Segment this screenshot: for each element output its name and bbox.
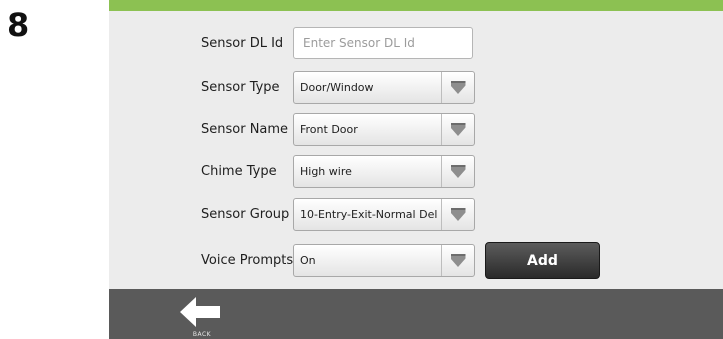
- bottom-nav-bar: BACK: [109, 289, 723, 339]
- voice-prompts-value: On: [300, 254, 316, 267]
- sensor-type-dropdown-button[interactable]: [441, 72, 474, 103]
- sensor-name-dropdown-button[interactable]: [441, 114, 474, 145]
- sensor-type-label: Sensor Type: [201, 80, 280, 95]
- chime-type-dropdown-button[interactable]: [441, 156, 474, 187]
- sensor-name-row: Sensor Name Front Door: [109, 110, 723, 150]
- chime-type-select[interactable]: High wire: [293, 155, 475, 188]
- sensor-type-row: Sensor Type Door/Window: [109, 68, 723, 108]
- step-number: 8: [7, 6, 30, 44]
- add-button[interactable]: Add: [485, 242, 600, 279]
- chevron-down-icon: [450, 81, 466, 94]
- top-accent-bar: [109, 0, 723, 11]
- voice-prompts-dropdown-button[interactable]: [441, 245, 474, 276]
- sensor-group-value: 10-Entry-Exit-Normal Del: [300, 208, 438, 221]
- chime-type-row: Chime Type High wire: [109, 152, 723, 192]
- sensor-type-select[interactable]: Door/Window: [293, 71, 475, 104]
- voice-prompts-label: Voice Prompts: [201, 253, 294, 268]
- sensor-group-row: Sensor Group 10-Entry-Exit-Normal Del: [109, 195, 723, 235]
- sensor-name-value: Front Door: [300, 123, 358, 136]
- sensor-dl-id-row: Sensor DL Id: [109, 24, 723, 64]
- sensor-group-select[interactable]: 10-Entry-Exit-Normal Del: [293, 198, 475, 231]
- voice-prompts-row: Voice Prompts On Add: [109, 241, 723, 281]
- sensor-name-select[interactable]: Front Door: [293, 113, 475, 146]
- sensor-name-label: Sensor Name: [201, 122, 289, 137]
- sensor-dl-id-input[interactable]: [293, 27, 473, 59]
- chime-type-value: High wire: [300, 165, 352, 178]
- back-button[interactable]: BACK: [177, 297, 227, 339]
- arrow-left-icon: [180, 297, 220, 327]
- sensor-type-value: Door/Window: [300, 81, 374, 94]
- sensor-group-label: Sensor Group: [201, 207, 290, 222]
- sensor-dl-id-label: Sensor DL Id: [201, 36, 284, 51]
- chevron-down-icon: [450, 254, 466, 267]
- chime-type-label: Chime Type: [201, 164, 277, 179]
- chevron-down-icon: [450, 123, 466, 136]
- sensor-group-dropdown-button[interactable]: [441, 199, 474, 230]
- chevron-down-icon: [450, 208, 466, 221]
- app-screen: Sensor DL Id Sensor Type Door/Window Sen…: [109, 0, 723, 339]
- back-label: BACK: [192, 331, 212, 338]
- chevron-down-icon: [450, 165, 466, 178]
- voice-prompts-select[interactable]: On: [293, 244, 475, 277]
